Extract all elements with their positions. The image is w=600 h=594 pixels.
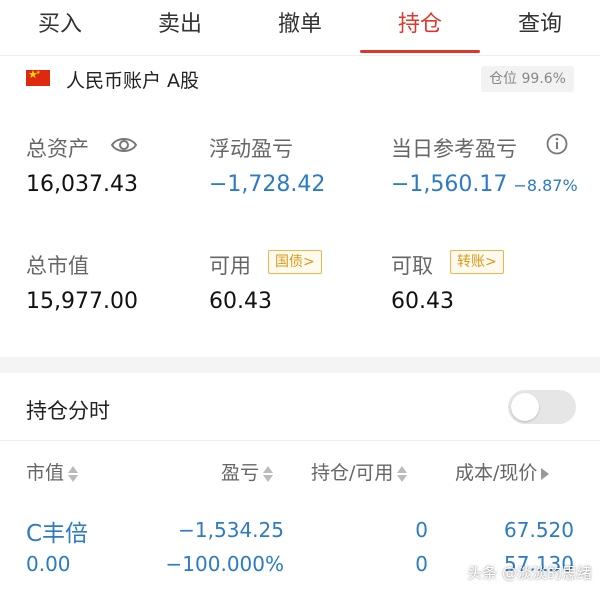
tab-query[interactable]: 查询 — [480, 0, 600, 55]
stock-holding: 0 — [415, 518, 428, 542]
column-header-pnl[interactable]: 盈亏 — [221, 458, 274, 485]
column-header-cost-price[interactable]: 成本/现价 — [455, 458, 550, 485]
available-value: 60.43 — [209, 289, 272, 314]
stock-name: C丰倍 — [26, 521, 89, 547]
market-value-label: 总市值 — [26, 254, 89, 278]
column-header-market-value-label: 市值 — [26, 462, 65, 484]
china-flag-icon: ★ ★ — [26, 68, 50, 86]
header-divider — [0, 440, 600, 441]
total-assets-value: 16,037.43 — [26, 172, 138, 197]
column-header-market-value[interactable]: 市值 — [26, 458, 79, 485]
total-assets-label: 总资产 — [26, 137, 89, 161]
column-header-holding[interactable]: 持仓/可用 — [311, 458, 408, 485]
stock-market-value: 0.00 — [26, 552, 71, 576]
daily-pnl-amount: −1,560.17 — [391, 172, 508, 197]
column-header-pnl-label: 盈亏 — [221, 462, 260, 484]
daily-pnl-value: −1,560.17 −8.87% — [391, 172, 578, 197]
stock-available: 0 — [415, 552, 428, 576]
column-header-holding-label: 持仓/可用 — [311, 462, 394, 484]
position-timeshare-toggle[interactable] — [508, 390, 576, 424]
position-ratio-badge: 仓位 99.6% — [481, 66, 574, 92]
sort-icon — [397, 465, 408, 483]
tab-buy[interactable]: 买入 — [0, 0, 120, 55]
sort-icon — [263, 465, 274, 483]
daily-pnl-percent: −8.87% — [513, 176, 578, 195]
floating-pnl-value: −1,728.42 — [209, 172, 326, 197]
info-icon[interactable] — [546, 133, 568, 155]
tab-sell[interactable]: 卖出 — [120, 0, 240, 55]
available-label: 可用 — [209, 254, 251, 278]
stock-pnl-percent: −100.000% — [165, 552, 284, 576]
watermark: 头条 @淡淡的思绪 — [467, 564, 592, 582]
sort-icon — [68, 465, 79, 483]
account-name: 人民币账户 A股 — [66, 70, 200, 92]
column-header-cost-price-label: 成本/现价 — [455, 462, 538, 484]
transfer-button[interactable]: 转账> — [450, 250, 504, 274]
tab-cancel[interactable]: 撤单 — [240, 0, 360, 55]
withdrawable-value: 60.43 — [391, 289, 454, 314]
stock-cost: 67.520 — [504, 518, 574, 542]
floating-pnl-label: 浮动盈亏 — [209, 137, 293, 161]
withdrawable-label: 可取 — [391, 254, 433, 278]
market-value-value: 15,977.00 — [26, 289, 138, 314]
section-divider — [0, 357, 600, 373]
treasury-bond-button[interactable]: 国债> — [268, 250, 322, 274]
eye-icon[interactable] — [110, 135, 138, 155]
toggle-knob — [511, 393, 539, 421]
trade-tabs: 买入 卖出 撤单 持仓 查询 — [0, 0, 600, 56]
scroll-right-icon — [541, 467, 550, 480]
account-row: ★ ★ 人民币账户 A股 仓位 99.6% — [0, 58, 600, 98]
position-timeshare-label: 持仓分时 — [26, 399, 110, 423]
tab-positions[interactable]: 持仓 — [360, 0, 480, 55]
daily-pnl-label: 当日参考盈亏 — [391, 137, 517, 161]
stock-pnl: −1,534.25 — [178, 518, 284, 542]
